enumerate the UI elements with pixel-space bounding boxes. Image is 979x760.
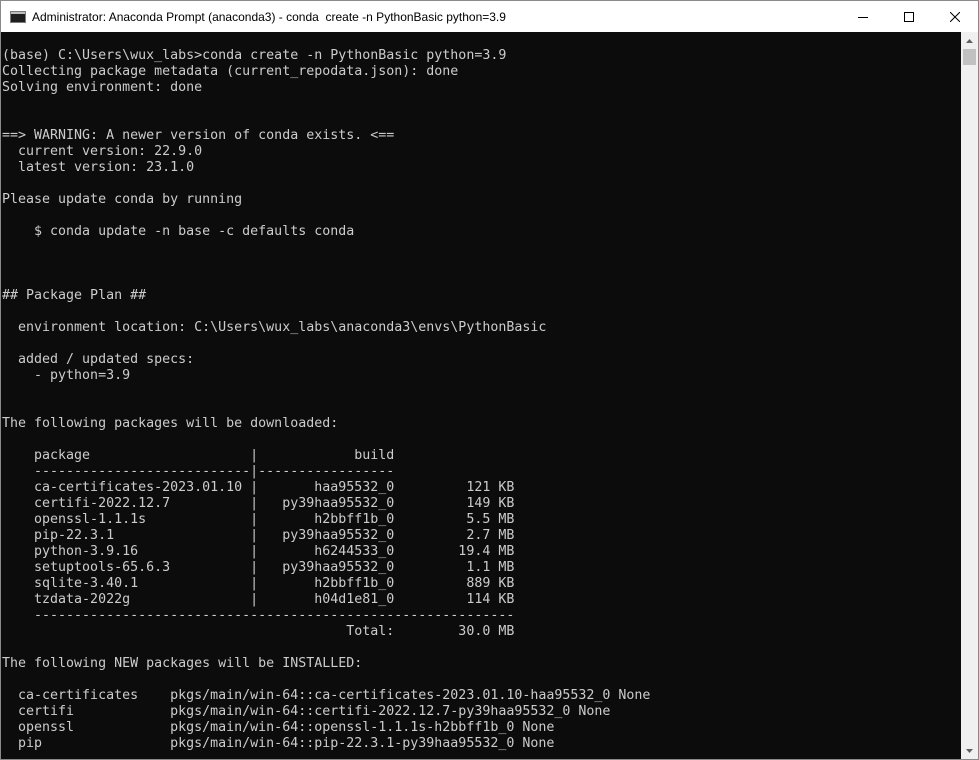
console-window: Administrator: Anaconda Prompt (anaconda… [0,0,979,760]
console-line: - python=3.9 [2,368,131,383]
console-line: The following NEW packages will be INSTA… [2,656,363,671]
console-line: setuptools-65.6.3 | py39haa95532_0 1.1 M… [2,560,515,575]
scroll-up-arrow-icon [966,38,973,43]
console-line: openssl-1.1.1s | h2bbff1b_0 5.5 MB [2,512,515,527]
console-line: sqlite-3.40.1 | h2bbff1b_0 889 KB [2,576,515,591]
console-line: Total: 30.0 MB [2,624,515,639]
scroll-down-button[interactable] [961,742,978,759]
console-line: ## Package Plan ## [2,288,147,303]
console-line: ----------------------------------------… [2,608,515,623]
title-bar[interactable]: Administrator: Anaconda Prompt (anaconda… [1,1,978,32]
console-app-icon[interactable] [10,10,26,23]
console-line: latest version: 23.1.0 [2,160,195,175]
console-line: certifi pkgs/main/win-64::certifi-2022.1… [2,704,611,719]
console-output[interactable]: (base) C:\Users\wux_labs>conda create -n… [1,32,961,759]
console-line: pip-22.3.1 | py39haa95532_0 2.7 MB [2,528,515,543]
scroll-thumb[interactable] [963,49,976,65]
console-line: Please update conda by running [2,192,243,207]
console-line: certifi-2022.12.7 | py39haa95532_0 149 K… [2,496,515,511]
window-controls [840,1,978,32]
console-line: ca-certificates pkgs/main/win-64::ca-cer… [2,688,651,703]
console-line: openssl pkgs/main/win-64::openssl-1.1.1s… [2,720,555,735]
console-line: (base) C:\Users\wux_labs>conda create -n… [2,48,507,63]
console-line: current version: 22.9.0 [2,144,203,159]
scroll-up-button[interactable] [961,32,978,49]
minimize-button[interactable] [840,1,886,32]
close-icon [950,11,960,22]
console-line: python-3.9.16 | h6244533_0 19.4 MB [2,544,515,559]
maximize-button[interactable] [886,1,932,32]
console-line: The following packages will be downloade… [2,416,339,431]
minimize-icon [858,16,868,18]
console-line: ca-certificates-2023.01.10 | haa95532_0 … [2,480,515,495]
console-line: ==> WARNING: A newer version of conda ex… [2,128,395,143]
vertical-scrollbar[interactable] [961,32,978,759]
console-line: ---------------------------|------------… [2,464,395,479]
console-line: pip pkgs/main/win-64::pip-22.3.1-py39haa… [2,736,555,751]
scroll-down-arrow-icon [966,748,973,753]
console-line: added / updated specs: [2,352,195,367]
console-line: Collecting package metadata (current_rep… [2,64,459,79]
close-button[interactable] [932,1,978,32]
console-line: Solving environment: done [2,80,203,95]
console-line: tzdata-2022g | h04d1e81_0 114 KB [2,592,515,607]
console-line: $ conda update -n base -c defaults conda [2,224,355,239]
window-title: Administrator: Anaconda Prompt (anaconda… [32,9,506,24]
console-line: package | build [2,448,395,463]
console-line: environment location: C:\Users\wux_labs\… [2,320,547,335]
maximize-icon [904,11,914,22]
